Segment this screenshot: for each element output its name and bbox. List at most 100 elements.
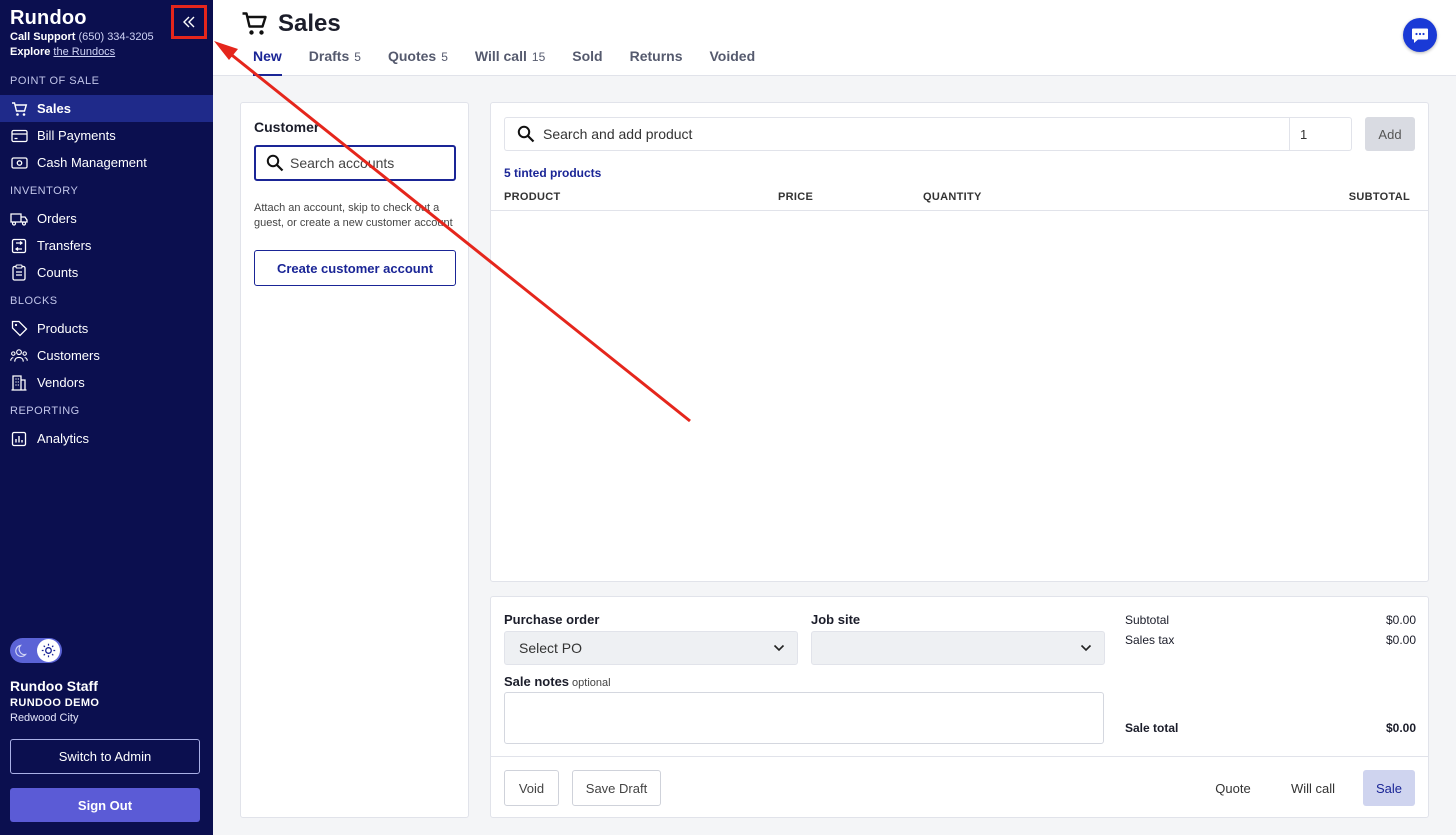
sidebar-item-label: Counts	[37, 265, 79, 280]
subtotal-value: $0.00	[1385, 613, 1416, 627]
support-label: Call Support	[10, 31, 76, 43]
purchase-order-select[interactable]: Select PO	[504, 631, 798, 665]
sidebar-item-analytics[interactable]: Analytics	[0, 425, 213, 452]
sale-button[interactable]: Sale	[1363, 770, 1415, 806]
sidebar-item-cash-management[interactable]: Cash Management	[0, 149, 213, 176]
sidebar-item-label: Products	[37, 321, 89, 336]
product-panel: Add 5 tinted products PRODUCT PRICE QUAN…	[490, 102, 1429, 582]
tab-returns[interactable]: Returns	[630, 48, 683, 76]
tab-new[interactable]: New	[253, 48, 282, 76]
tab-label: New	[253, 48, 282, 64]
moon-icon	[15, 643, 30, 663]
tab-drafts[interactable]: Drafts 5	[309, 48, 361, 76]
sidebar-item-counts[interactable]: Counts	[0, 259, 213, 286]
tab-count: 5	[441, 50, 448, 64]
column-header-subtotal: SUBTOTAL	[1348, 191, 1410, 203]
tab-quotes[interactable]: Quotes 5	[388, 48, 448, 76]
create-customer-account-button[interactable]: Create customer account	[254, 250, 456, 286]
support-phone[interactable]: (650) 334-3205	[78, 31, 153, 43]
sale-notes-textarea[interactable]	[504, 692, 1104, 744]
sun-icon	[37, 639, 60, 662]
tab-label: Will call	[474, 48, 527, 64]
call-support: Call Support (650) 334-3205	[10, 31, 154, 43]
save-draft-button[interactable]: Save Draft	[572, 770, 661, 806]
product-search-input[interactable]	[543, 126, 1243, 142]
sidebar-item-vendors[interactable]: Vendors	[0, 369, 213, 396]
sidebar-item-label: Analytics	[37, 431, 90, 446]
optional-hint: optional	[572, 677, 611, 689]
sidebar: Rundoo Call Support (650) 334-3205 Explo…	[0, 0, 213, 835]
chevron-down-icon	[773, 644, 785, 652]
section-heading-reporting: REPORTING	[10, 405, 80, 417]
truck-icon	[10, 210, 28, 228]
quote-button[interactable]: Quote	[1203, 770, 1263, 806]
tab-sold[interactable]: Sold	[572, 48, 602, 76]
column-header-product: PRODUCT	[504, 191, 561, 203]
rundocs-link[interactable]: the Rundocs	[53, 46, 115, 58]
cash-icon	[10, 154, 28, 172]
tag-icon	[10, 320, 28, 338]
purchase-order-label: Purchase order	[504, 612, 600, 627]
theme-toggle[interactable]	[10, 638, 62, 663]
sidebar-item-sales[interactable]: Sales	[0, 95, 213, 122]
collapse-sidebar-button[interactable]	[171, 5, 207, 39]
column-header-quantity: QUANTITY	[923, 191, 982, 203]
column-header-price: PRICE	[778, 191, 814, 203]
section-heading-point-of-sale: POINT OF SALE	[10, 75, 100, 87]
explore-docs: Explore the Rundocs	[10, 46, 115, 58]
sidebar-item-label: Bill Payments	[37, 128, 116, 143]
explore-label: Explore	[10, 46, 51, 58]
quantity-input[interactable]	[1289, 117, 1352, 151]
section-heading-inventory: INVENTORY	[10, 185, 79, 197]
sidebar-item-customers[interactable]: Customers	[0, 342, 213, 369]
customer-search[interactable]	[254, 145, 456, 181]
tab-will-call[interactable]: Will call 15	[475, 48, 545, 76]
sidebar-item-products[interactable]: Products	[0, 315, 213, 342]
product-search[interactable]	[504, 117, 1289, 151]
customer-panel: Customer Attach an account, skip to chec…	[240, 102, 469, 818]
void-button[interactable]: Void	[504, 770, 559, 806]
purchase-order-value: Select PO	[519, 640, 583, 656]
job-site-select[interactable]	[811, 631, 1105, 665]
tab-label: Voided	[709, 48, 756, 64]
sidebar-item-bill-payments[interactable]: Bill Payments	[0, 122, 213, 149]
transfer-icon	[10, 237, 28, 255]
sidebar-item-label: Cash Management	[37, 155, 147, 170]
clipboard-icon	[10, 264, 28, 282]
add-product-button[interactable]: Add	[1365, 117, 1415, 151]
tab-label: Drafts	[308, 48, 350, 64]
building-icon	[10, 374, 28, 392]
page-title-text: Sales	[278, 10, 341, 37]
job-site-label: Job site	[811, 612, 861, 627]
tab-count: 5	[354, 50, 361, 64]
table-header-divider	[491, 210, 1428, 211]
subtotal-row: Subtotal $0.00	[1125, 613, 1416, 627]
tab-label: Sold	[572, 48, 603, 64]
sidebar-item-label: Customers	[37, 348, 100, 363]
cart-icon	[10, 100, 28, 118]
chat-button[interactable]	[1403, 18, 1437, 52]
sales-tabs: New Drafts 5 Quotes 5 Will call 15 Sold Ret…	[253, 48, 782, 76]
customer-search-input[interactable]	[290, 155, 440, 171]
page-header: Sales New Drafts 5 Quotes 5 Will call 15 So…	[213, 0, 1456, 76]
actions-divider	[491, 756, 1428, 757]
sidebar-item-orders[interactable]: Orders	[0, 205, 213, 232]
tab-count: 15	[531, 50, 546, 64]
user-location: Redwood City	[10, 712, 79, 724]
order-summary-panel: Purchase order Select PO Job site Sale n…	[490, 596, 1429, 818]
sidebar-item-transfers[interactable]: Transfers	[0, 232, 213, 259]
app-logo: Rundoo	[10, 7, 87, 29]
customer-title: Customer	[254, 119, 320, 135]
tinted-products-link[interactable]: 5 tinted products	[504, 166, 601, 180]
chat-icon	[1411, 27, 1429, 44]
cart-icon	[241, 11, 269, 37]
will-call-button[interactable]: Will call	[1278, 770, 1348, 806]
switch-to-admin-button[interactable]: Switch to Admin	[10, 739, 200, 774]
chevron-down-icon	[1080, 644, 1092, 652]
sign-out-button[interactable]: Sign Out	[10, 788, 200, 822]
sales-tax-row: Sales tax $0.00	[1125, 633, 1416, 647]
user-org: RUNDOO DEMO	[10, 697, 100, 709]
tab-voided[interactable]: Voided	[710, 48, 756, 76]
customer-help-text: Attach an account, skip to check out a g…	[254, 202, 453, 229]
section-heading-blocks: BLOCKS	[10, 295, 58, 307]
